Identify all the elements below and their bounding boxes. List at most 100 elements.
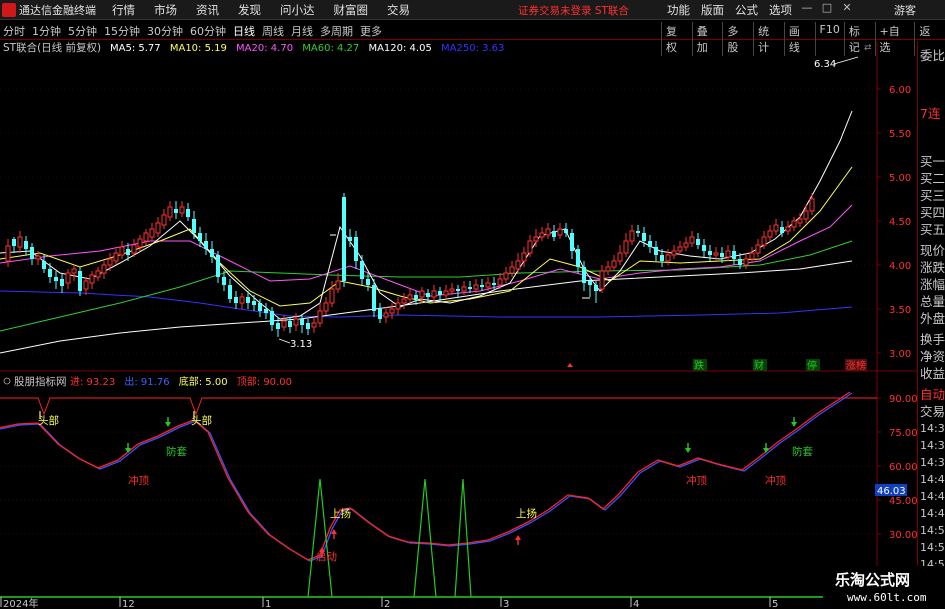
candle-body <box>342 197 346 281</box>
tab-monthly[interactable]: 月线 <box>291 23 313 39</box>
candle-body <box>101 264 107 274</box>
event-marker-icon <box>567 363 573 367</box>
ma10-line <box>0 166 853 307</box>
chart-svg[interactable]: ST联合(日线 前复权) MA5: 5.77 MA10: 5.19 MA20: … <box>0 41 918 609</box>
menu-item-wealth[interactable]: 财富圈 <box>334 2 369 18</box>
candle-body <box>155 222 161 234</box>
candle-body <box>594 285 598 291</box>
candle-body <box>443 290 449 296</box>
event-tag-halt[interactable]: 停 <box>807 359 817 372</box>
guest-label[interactable]: 游客 <box>894 2 916 18</box>
candle-body <box>288 321 292 327</box>
candle-body <box>42 261 46 269</box>
tab-5min[interactable]: 5分钟 <box>68 23 97 39</box>
event-tag-down[interactable]: 跌 <box>694 359 704 372</box>
current-value: 46.03 <box>877 486 906 497</box>
ma60-legend: MA60: 4.27 <box>302 43 359 54</box>
minimize-icon[interactable]: — <box>800 1 814 17</box>
menu-item-ask[interactable]: 问小达 <box>280 2 315 18</box>
right-menu: 功能 版面 公式 选项 <box>667 2 792 18</box>
chart-expand-icon[interactable]: ⇄ <box>864 43 872 53</box>
price-tick-label: 4.00 <box>889 261 911 272</box>
tab-15min[interactable]: 15分钟 <box>104 23 140 39</box>
indicator-bottom-legend: 底部: 5.00 <box>179 375 228 388</box>
side-time: 14:45 <box>920 507 945 520</box>
candle-body <box>689 236 695 244</box>
candle-body <box>480 285 484 287</box>
indicator-annotation: 冲顶 <box>128 474 149 487</box>
tab-1min[interactable]: 1分钟 <box>32 23 61 39</box>
candle-body <box>83 280 89 290</box>
maximize-icon[interactable]: □ <box>820 1 834 17</box>
menu-item-discover[interactable]: 发现 <box>238 2 261 18</box>
candle-body <box>35 255 41 260</box>
candle-body <box>252 301 256 305</box>
chart-settings-icon[interactable]: ◇ <box>849 43 856 53</box>
menu-item-news[interactable]: 资讯 <box>196 2 219 18</box>
side-time: 14:52 <box>920 541 945 554</box>
site-watermark: 乐淘公式网 www.60lt.com <box>823 566 945 609</box>
tab-weekly[interactable]: 周线 <box>262 23 284 39</box>
tab-multi-period[interactable]: 多周期 <box>320 23 353 39</box>
candle-body <box>461 286 467 292</box>
candle-body <box>738 259 742 265</box>
candle-body <box>234 297 238 303</box>
indicator-annotation: 防套 <box>166 445 187 458</box>
menu-item-formula[interactable]: 公式 <box>735 2 758 18</box>
side-time: 14:42 <box>920 490 945 503</box>
indicator-tick-label: 75.00 <box>889 428 917 439</box>
indicator-axis: 90.00 75.00 60.00 45.00 30.00 <box>877 394 918 541</box>
candle-body <box>665 254 671 262</box>
candle-body <box>449 288 455 292</box>
date-label: 1 <box>265 599 271 609</box>
side-entrust-ratio: 委比 <box>920 48 945 63</box>
candle-body <box>749 252 755 260</box>
tab-more[interactable]: 更多 <box>360 23 382 39</box>
date-label: 5 <box>772 599 778 609</box>
candle-body <box>623 240 629 254</box>
event-tag-finance[interactable]: 财 <box>754 359 764 372</box>
title-menu-bar: 通达信金融终端 行情 市场 资讯 发现 问小达 财富圈 交易 证券交易未登录 S… <box>0 0 945 20</box>
tab-60min[interactable]: 60分钟 <box>190 23 226 39</box>
side-time: 14:36 <box>920 439 945 452</box>
close-icon[interactable]: ✕ <box>840 1 854 17</box>
candle-body <box>258 303 262 311</box>
candle-body <box>503 272 509 280</box>
side-trade[interactable]: 交易 <box>920 401 945 420</box>
app-logo-icon <box>2 3 16 17</box>
tab-timeshare[interactable]: 分时 <box>3 23 25 39</box>
candle-body <box>174 209 178 213</box>
tab-30min[interactable]: 30分钟 <box>147 23 183 39</box>
menu-item-market[interactable]: 市场 <box>154 2 177 18</box>
indicator-settings-icon[interactable] <box>3 377 11 385</box>
candle-body <box>281 320 287 328</box>
menu-item-quotes[interactable]: 行情 <box>112 2 135 18</box>
indicator-legend: 进: 93.23 出: 91.76 底部: 5.00 顶部: 90.00 <box>70 375 292 388</box>
candle-body <box>335 280 341 290</box>
candle-body <box>426 293 430 297</box>
candle-body <box>671 250 677 256</box>
candle-body <box>485 282 491 288</box>
menu-item-layout[interactable]: 版面 <box>701 2 724 18</box>
candle-body <box>407 294 413 300</box>
candle-body <box>803 210 809 220</box>
tab-daily[interactable]: 日线 <box>233 23 255 39</box>
candle-body <box>702 245 706 251</box>
menu-item-function[interactable]: 功能 <box>667 2 690 18</box>
indicator-name[interactable]: 股朋指标网 <box>14 375 67 388</box>
candle-body <box>71 268 77 274</box>
menu-item-options[interactable]: 选项 <box>769 2 792 18</box>
candle-body <box>306 323 310 329</box>
candle-body <box>683 242 689 248</box>
candle-body <box>300 319 304 325</box>
main-menu: 行情 市场 资讯 发现 问小达 财富圈 交易 <box>112 2 410 18</box>
arrow-down-icon <box>791 422 797 427</box>
menu-item-trade[interactable]: 交易 <box>387 2 410 18</box>
event-tag-list[interactable]: 涨榜 <box>846 359 866 372</box>
indicator-spike <box>454 478 472 598</box>
ma10-legend: MA10: 5.19 <box>170 43 227 54</box>
date-label: 2024年 <box>3 597 38 609</box>
indicator-top-line <box>0 397 877 416</box>
candle-body <box>126 249 130 255</box>
indicator-lines <box>0 391 877 598</box>
